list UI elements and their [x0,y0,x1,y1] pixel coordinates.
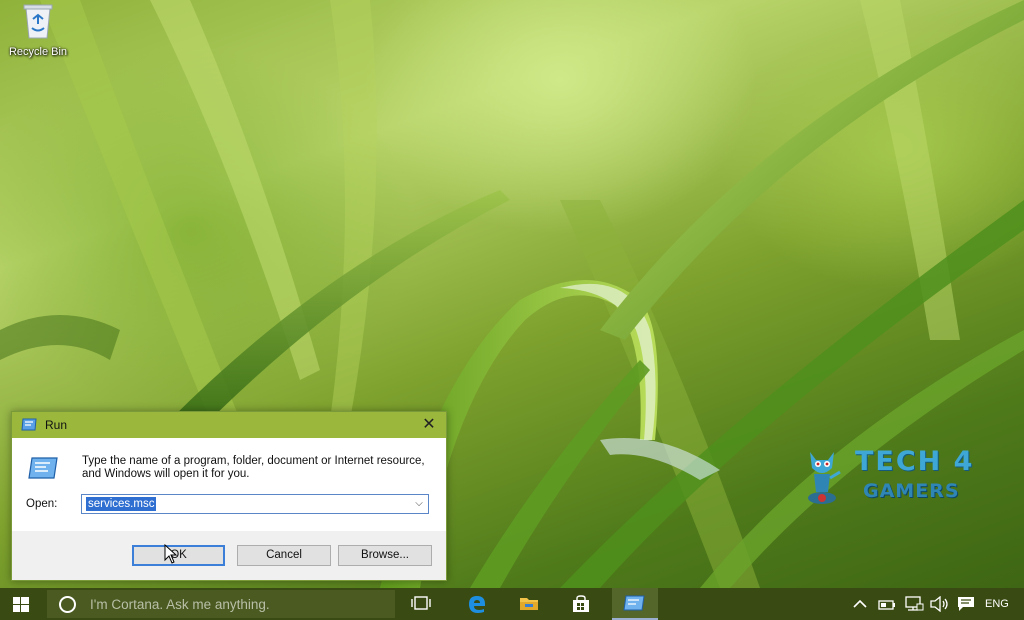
mascot-icon [808,452,841,504]
recycle-bin[interactable]: Recycle Bin [3,2,73,58]
cortana-search-box[interactable]: I'm Cortana. Ask me anything. [47,590,395,618]
recycle-bin-icon [23,4,53,39]
battery-icon [878,600,895,610]
network-button[interactable] [902,588,926,620]
open-label: Open: [26,498,58,510]
run-icon [21,418,37,431]
action-center-icon [958,597,974,611]
start-button[interactable] [0,588,44,620]
browse-button[interactable]: Browse... [338,545,432,566]
run-dialog: Run ✕ Type the name of a program, folder… [11,411,447,581]
watermark-line2: GAMERS [863,480,960,502]
ok-button[interactable]: OK [132,545,225,566]
taskbar: I'm Cortana. Ask me anything. ENG [0,588,1024,620]
volume-button[interactable] [928,588,952,620]
chevron-up-icon [853,599,867,608]
action-center-button[interactable] [954,588,978,620]
recycle-bin-label: Recycle Bin [8,46,68,58]
cancel-button[interactable]: Cancel [237,545,331,566]
chevron-down-icon[interactable]: ⌵ [410,495,428,513]
search-placeholder: I'm Cortana. Ask me anything. [90,597,270,612]
edge-button[interactable] [456,588,498,620]
watermark-line1: TECH 4 [855,446,975,477]
task-view-button[interactable] [400,588,442,620]
windows-logo-icon [13,597,29,612]
tech4gamers-watermark: TECH 4 GAMERS [800,442,1000,510]
show-hidden-icons-button[interactable] [850,588,870,620]
store-icon [573,595,589,612]
close-icon: ✕ [422,416,436,433]
close-button[interactable]: ✕ [412,412,446,438]
file-explorer-button[interactable] [508,588,550,620]
edge-icon [469,596,485,613]
battery-button[interactable] [876,588,898,620]
volume-icon [930,596,948,612]
run-icon [623,595,645,611]
run-description: Type the name of a program, folder, docu… [82,455,425,480]
run-footer: OK Cancel Browse... [12,531,446,580]
open-combobox[interactable]: services.msc ⌵ [81,494,429,514]
run-titlebar[interactable]: Run ✕ [12,412,446,438]
cortana-icon [59,596,76,613]
file-explorer-icon [520,598,538,610]
run-taskbar-button[interactable] [612,588,658,620]
mouse-cursor-icon [164,544,178,564]
network-icon [905,596,924,611]
language-indicator[interactable]: ENG [985,598,1009,610]
store-button[interactable] [560,588,602,620]
open-input-value[interactable]: services.msc [86,497,157,511]
run-title: Run [45,418,68,432]
task-view-icon [411,596,431,610]
run-program-icon [28,457,58,479]
